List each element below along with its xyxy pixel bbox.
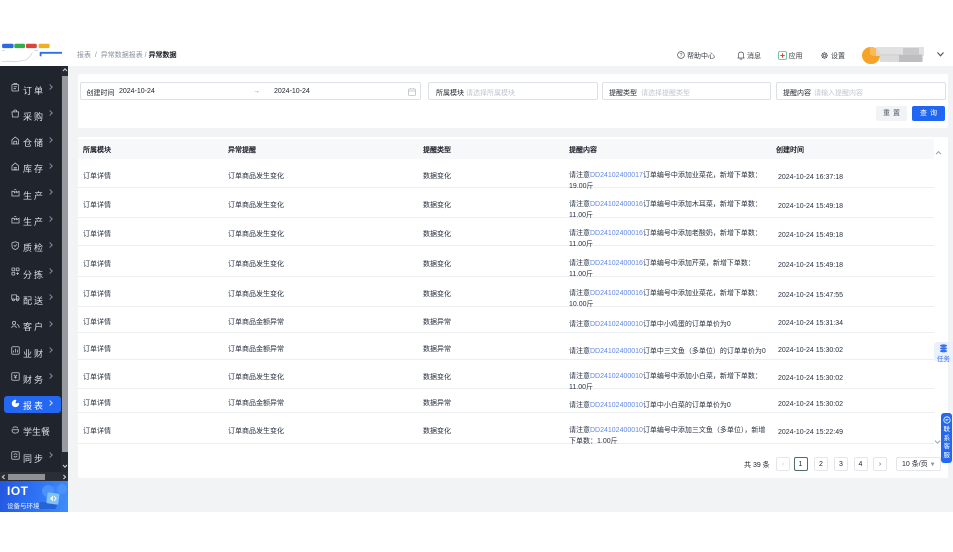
svg-text:?: ? (680, 53, 683, 59)
